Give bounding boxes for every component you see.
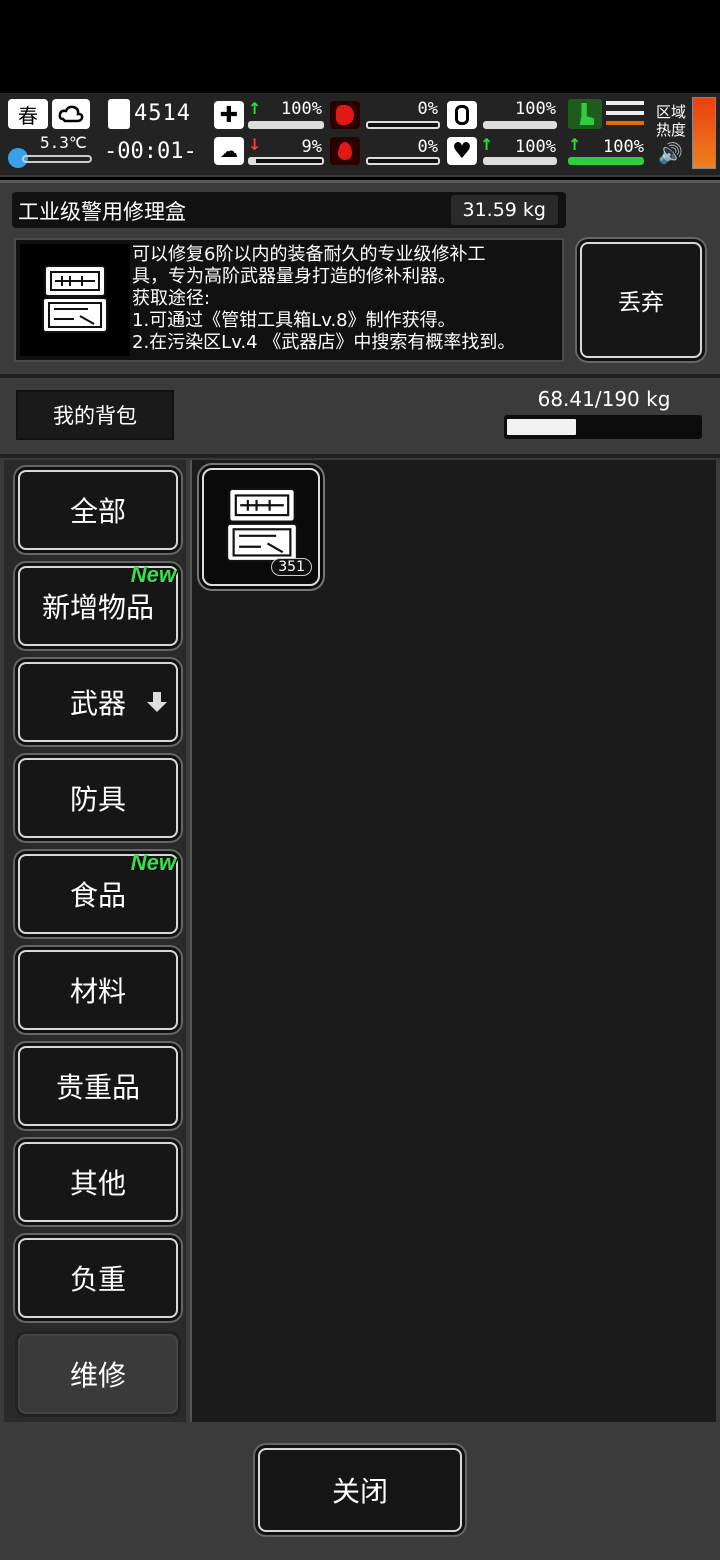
item-grid: 351 [190,460,716,1422]
first-aid-icon: ✚ [214,101,244,129]
heart-icon: ♥ [447,137,477,165]
stamina-bar [568,157,644,165]
category-label: 全部 [69,495,126,528]
season-badge: 春 [8,99,48,129]
category-armor[interactable]: 防具 [18,758,178,838]
blood-drop-icon [330,137,360,165]
category-load[interactable]: 负重 [18,1238,178,1318]
category-label: 武器 [69,687,126,720]
close-label: 关闭 [331,1475,388,1508]
day-counter: 4514 [134,101,191,126]
brain-down-arrow-icon: ↓ [248,135,262,154]
category-label: 防具 [69,783,126,816]
backpack-capacity-fill [507,419,576,435]
category-all[interactable]: 全部 [18,470,178,550]
category-other[interactable]: 其他 [18,1142,178,1222]
item-thumbnail [20,244,130,356]
hunger-bar [366,121,440,129]
toolbox-icon [226,487,298,562]
new-badge: New [130,850,176,875]
backpack-capacity-bar [504,415,702,439]
stamina-percent: 100% [603,137,644,157]
item-description: 可以修复6阶以内的装备耐久的专业级修补工 具，专为高阶武器量身打造的修补利器。 … [132,244,560,354]
running-icon [568,99,602,129]
item-count-badge: 351 [271,558,312,576]
description-line: 具，专为高阶武器量身打造的修补利器。 [132,266,456,287]
item-name-bar: 工业级警用修理盒 31.59 kg [12,192,566,228]
description-line: 1.可通过《管钳工具箱Lv.8》制作获得。 [132,310,456,331]
close-button[interactable]: 关闭 [258,1448,462,1532]
toolbox-icon [42,265,108,333]
arrow-down-icon [146,688,168,716]
category-valuables[interactable]: 贵重品 [18,1046,178,1126]
description-line: 可以修复6阶以内的装备耐久的专业级修补工 [132,244,486,265]
water-bar [483,121,557,129]
stomach-icon [330,101,360,129]
temperature-value: 5.3℃ [40,133,87,152]
status-bar: 春 5.3℃ 4514 -00:01- ✚ ↑ 100% ☁ ↓ 9% 0% 0… [0,93,720,177]
category-food[interactable]: 食品 New [18,850,178,934]
water-bottle-icon [447,101,477,129]
category-materials[interactable]: 材料 [18,950,178,1030]
backpack-title: 我的背包 [53,404,137,428]
description-line: 获取途径: [132,288,211,309]
health-percent: 100% [281,99,322,119]
calendar-icon [108,99,130,129]
clock: -00:01- [104,139,197,164]
blood-percent: 0% [417,137,438,157]
inventory-panel: 工业级警用修理盒 31.59 kg 可以修复6阶以内的装备耐久的专业级修补工 具… [0,180,720,1560]
brain-percent: 9% [301,137,322,157]
weather-icon [52,99,90,129]
discard-label: 丢弃 [618,290,664,316]
brain-bar [248,157,324,165]
item-slot[interactable]: 351 [202,468,320,586]
category-sidebar: 全部 新增物品 New 武器 防具 食品 New 材料 贵重品 其他 负重 维修 [4,460,186,1422]
season-label: 春 [18,103,38,128]
hunger-percent: 0% [417,99,438,119]
category-label: 负重 [69,1263,126,1296]
blood-bar [366,157,440,165]
heart-bar [483,157,557,165]
category-label: 贵重品 [55,1071,140,1104]
discard-button[interactable]: 丢弃 [580,242,702,358]
item-weight-badge: 31.59 kg [450,195,558,225]
category-label: 新增物品 [41,591,154,624]
item-description-box: 可以修复6阶以内的装备耐久的专业级修补工 具，专为高阶武器量身打造的修补利器。 … [14,238,564,362]
brain-icon: ☁ [214,137,244,165]
category-label: 维修 [69,1359,126,1392]
temperature-bar [22,155,92,163]
water-percent: 100% [515,99,556,119]
new-badge: New [130,562,176,587]
category-new-items[interactable]: 新增物品 New [18,562,178,646]
health-up-arrow-icon: ↑ [248,99,262,118]
zone-heat-label: 区域热度 [656,103,687,139]
stamina-stripes [606,101,644,129]
health-bar [248,121,324,129]
category-label: 其他 [69,1167,126,1200]
category-label: 食品 [69,879,126,912]
zone-heat-meter [692,97,716,169]
category-label: 材料 [69,975,126,1008]
backpack-capacity: 68.41/190 kg [537,387,671,411]
heart-percent: 100% [515,137,556,157]
category-weapons[interactable]: 武器 [18,662,178,742]
category-repair[interactable]: 维修 [18,1334,178,1414]
sound-icon[interactable]: 🔊 [658,141,683,165]
backpack-title-box: 我的背包 [16,390,174,440]
item-name: 工业级警用修理盒 [18,200,186,224]
item-weight: 31.59 kg [462,199,547,221]
description-line: 2.在污染区Lv.4 《武器店》中搜索有概率找到。 [132,332,516,353]
